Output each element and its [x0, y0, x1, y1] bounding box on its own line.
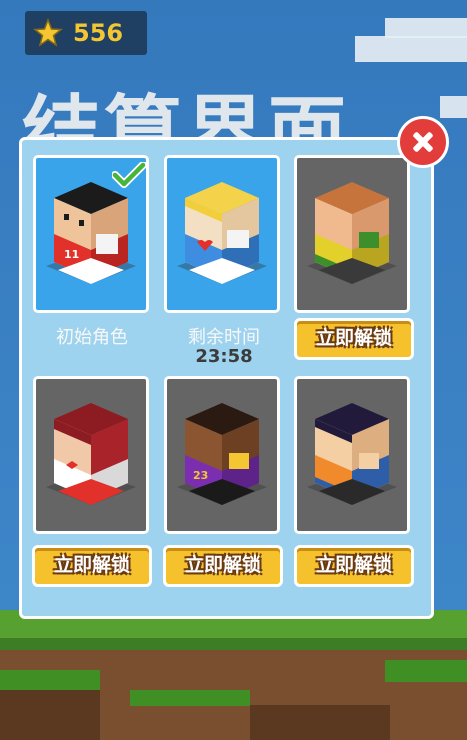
- character-sprite-locked-2: [46, 403, 136, 505]
- character-card-locked-2[interactable]: [33, 376, 149, 534]
- unlock-button-label: 立即解锁: [315, 327, 392, 349]
- close-icon[interactable]: [397, 116, 449, 168]
- character-card-timed[interactable]: [164, 155, 280, 313]
- cloud: [385, 18, 467, 38]
- character-sprite-locked-4: [307, 403, 397, 505]
- character-sprite-locked-3: 23: [177, 403, 267, 505]
- unlock-button-2[interactable]: 立即解锁: [32, 545, 152, 587]
- character-card-locked-4[interactable]: [294, 376, 410, 534]
- cloud: [355, 36, 467, 62]
- character-sprite-timed: [177, 182, 267, 284]
- character-label-initial: 初始角色: [56, 327, 128, 348]
- shirt-number: 11: [64, 248, 79, 261]
- cloud: [440, 96, 467, 118]
- shirt-number: 23: [193, 469, 208, 482]
- character-card-locked-1[interactable]: [294, 155, 410, 313]
- unlock-button-label: 立即解锁: [315, 554, 392, 576]
- unlock-button-label: 立即解锁: [53, 554, 130, 576]
- unlock-button-4[interactable]: 立即解锁: [294, 545, 414, 587]
- character-sprite-locked-1: [307, 182, 397, 284]
- coin-count: 556: [73, 19, 124, 47]
- star-icon: [33, 18, 63, 47]
- unlock-button-3[interactable]: 立即解锁: [163, 545, 283, 587]
- unlock-button-label: 立即解锁: [184, 554, 261, 576]
- character-card-locked-3[interactable]: 23: [164, 376, 280, 534]
- unlock-timer: 23:58: [195, 346, 253, 367]
- unlock-button-1[interactable]: 立即解锁: [294, 318, 414, 360]
- coin-counter: 556: [25, 11, 147, 55]
- checkmark-icon: [112, 162, 146, 188]
- ground: [0, 610, 467, 740]
